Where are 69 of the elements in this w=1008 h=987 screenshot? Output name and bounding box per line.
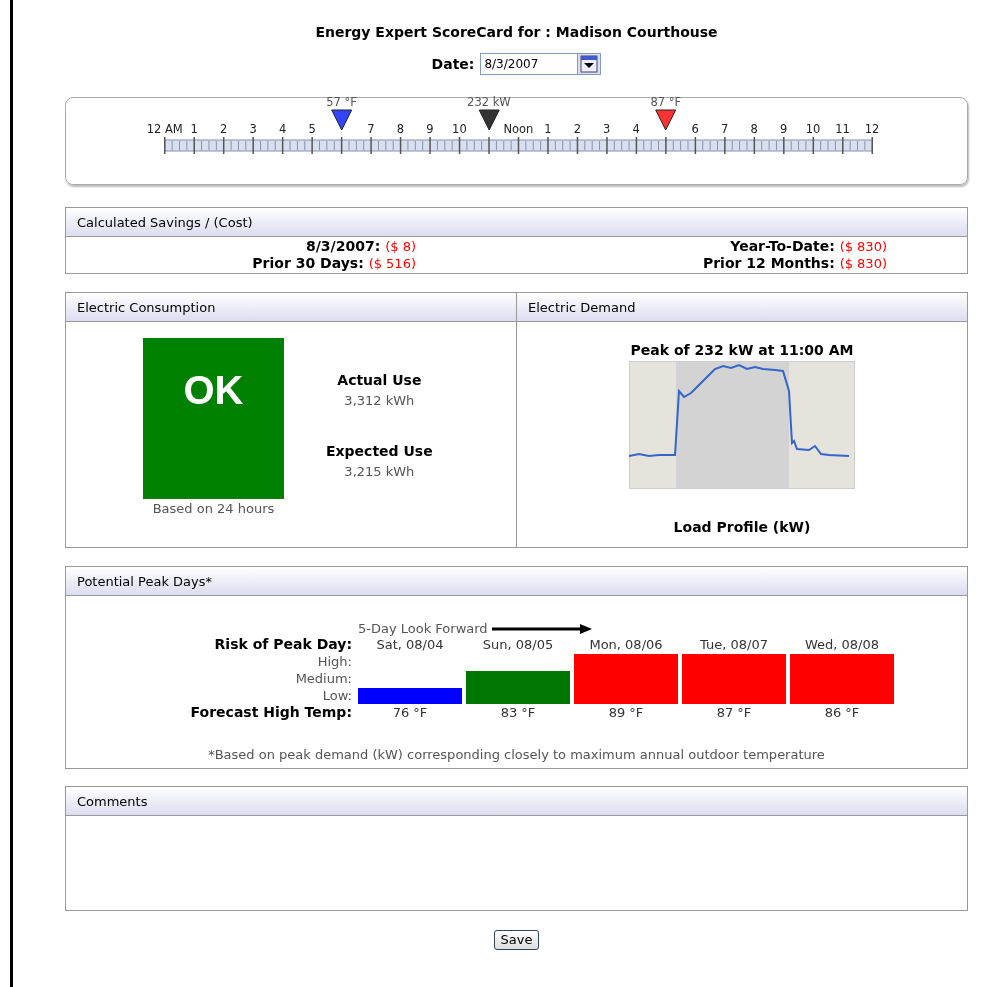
hour-label: 9	[426, 120, 434, 138]
figure-label: Expected Use	[326, 441, 433, 461]
hour-label: 7	[720, 120, 729, 138]
figure-value: 3,312 kWh	[343, 392, 416, 410]
section-header: Comments	[66, 787, 967, 816]
hour-label: 2	[573, 120, 581, 138]
day-label: Wed, 08/08	[803, 636, 881, 653]
chart-caption: Load Profile (kW)	[673, 518, 811, 537]
peak-text: Peak of 232 kW at 11:00 AM	[630, 341, 854, 360]
risk-level-label: Low:	[322, 687, 352, 704]
look-forward-label: 5-Day Look Forward	[358, 622, 488, 636]
day-label: Sat, 08/04	[375, 636, 445, 653]
savings-item: Prior 30 Days: ($ 516)	[252, 255, 416, 271]
hour-label: 3	[603, 120, 611, 138]
section-header: Calculated Savings / (Cost)	[66, 208, 967, 237]
based-on-note: Based on 24 hours	[152, 500, 275, 518]
hour-label: 2	[220, 120, 228, 138]
risk-label: Risk of Peak Day:	[214, 636, 352, 653]
figure-label: Actual Use	[337, 371, 422, 390]
day-label: Sun, 08/05	[481, 636, 555, 653]
day-label: Tue, 08/07	[699, 636, 769, 653]
date-label: Date:	[431, 54, 475, 74]
temperature-value: 89 °F	[607, 704, 645, 721]
marker-reading: 57 °F	[326, 96, 357, 109]
hour-label: 7	[367, 120, 375, 138]
hour-label: 1	[544, 120, 552, 138]
figure-value: 3,215 kWh	[343, 462, 416, 481]
hour-label: 11	[835, 120, 850, 138]
marker-reading: 232 kW	[467, 96, 511, 109]
hour-label: 4	[278, 120, 287, 138]
calendar-button[interactable]	[578, 53, 602, 75]
status-tile: OK	[143, 338, 284, 499]
hour-label: 3	[249, 120, 257, 138]
marker-triangle-icon[interactable]	[477, 109, 500, 131]
marker-triangle-icon[interactable]	[330, 109, 353, 131]
day-label: Mon, 08/06	[588, 636, 664, 653]
marker-reading: 87 °F	[650, 96, 682, 109]
risk-level-label: Medium:	[295, 670, 352, 687]
page-title: Energy Expert ScoreCard for : Madison Courthouse	[314, 23, 719, 42]
hour-label: 10	[452, 120, 467, 138]
calendar-icon	[580, 55, 599, 73]
hour-label: 4	[632, 120, 640, 138]
hour-label: 12	[864, 120, 880, 138]
temperature-value: 87 °F	[715, 704, 753, 721]
risk-level-label: High:	[317, 653, 352, 670]
hour-label: 9	[779, 120, 788, 138]
hour-label: 10	[805, 120, 821, 138]
savings-item: Year-To-Date: ($ 830)	[730, 238, 887, 254]
temperature-value: 86 °F	[823, 704, 861, 721]
hour-label: 1	[190, 120, 198, 138]
hour-label: 8	[396, 120, 405, 138]
hour-label: 8	[750, 120, 758, 138]
hour-label: 12 AM	[146, 120, 183, 138]
temperature-value: 83 °F	[499, 704, 537, 721]
save-button[interactable]: Save	[493, 930, 540, 950]
savings-item: 8/3/2007: ($ 8)	[306, 238, 416, 254]
forecast-label: Forecast High Temp:	[190, 704, 352, 721]
hour-label: 6	[691, 120, 699, 138]
hour-label: Noon	[503, 120, 534, 138]
section-header: Potential Peak Days*	[66, 567, 967, 596]
arrow-icon	[491, 623, 592, 635]
section-header: Electric Demand	[517, 293, 967, 322]
hour-label: 5	[308, 120, 316, 138]
savings-item: Prior 12 Months: ($ 830)	[702, 255, 887, 271]
section-header: Electric Consumption	[66, 293, 516, 322]
footnote: *Based on peak demand (kW) corresponding closely to maximum annual outdoor temperature	[207, 746, 826, 764]
temperature-value: 76 °F	[391, 704, 429, 721]
date-field[interactable]: 8/3/2007	[480, 53, 579, 75]
marker-triangle-icon[interactable]	[654, 109, 677, 131]
